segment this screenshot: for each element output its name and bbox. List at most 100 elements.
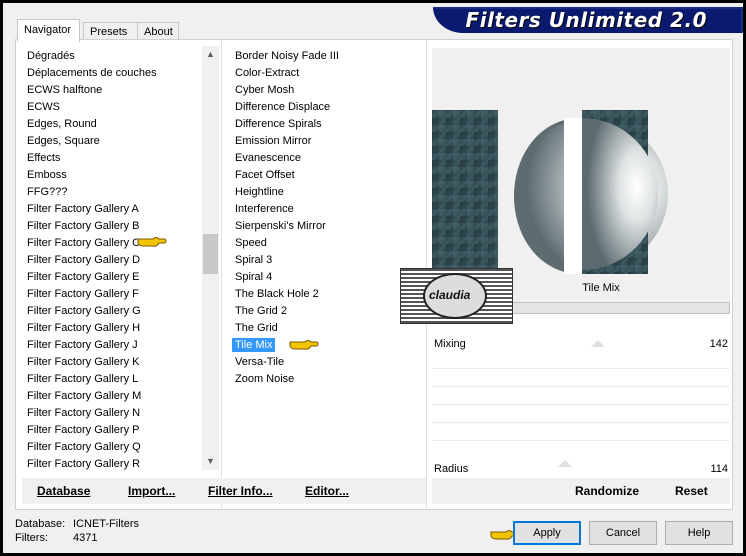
pointing-hand-icon: [137, 237, 167, 247]
category-item[interactable]: ECWS: [16, 99, 216, 116]
category-item[interactable]: Filter Factory Gallery B: [16, 218, 216, 235]
param-mixing[interactable]: Mixing 142: [432, 336, 730, 354]
category-item[interactable]: Filter Factory Gallery D: [16, 252, 216, 269]
filter-item[interactable]: Border Noisy Fade III: [224, 48, 424, 65]
category-item[interactable]: Filter Factory Gallery P: [16, 422, 216, 439]
filter-info-button[interactable]: Filter Info...: [208, 484, 273, 498]
category-item[interactable]: Filter Factory Gallery H: [16, 320, 216, 337]
category-item[interactable]: Filter Factory Gallery G: [16, 303, 216, 320]
filter-item-label: Sierpenski's Mirror: [235, 220, 326, 232]
filter-item-label: Color-Extract: [235, 67, 300, 79]
param-radius[interactable]: Radius 114: [432, 461, 730, 479]
filter-item[interactable]: Speed: [224, 235, 424, 252]
category-item[interactable]: Filter Factory Gallery R: [16, 456, 216, 472]
category-item[interactable]: Effects: [16, 150, 216, 167]
filter-item[interactable]: Zoom Noise: [224, 371, 424, 388]
filter-item[interactable]: Cyber Mosh: [224, 82, 424, 99]
preview-image: [432, 110, 730, 274]
randomize-button[interactable]: Randomize: [575, 484, 639, 498]
preview-pane: [432, 48, 730, 278]
filter-item[interactable]: Versa-Tile: [224, 354, 424, 371]
database-value: ICNET-Filters: [73, 518, 139, 530]
import-button[interactable]: Import...: [128, 484, 175, 498]
filters-unlimited-dialog: Navigator Presets About Filters Unlimite…: [3, 3, 743, 553]
apply-button[interactable]: Apply: [513, 521, 581, 545]
filter-item[interactable]: The Black Hole 2: [224, 286, 424, 303]
filter-item[interactable]: The Grid: [224, 320, 424, 337]
scroll-down-icon[interactable]: ▼: [202, 453, 219, 470]
filter-item[interactable]: Difference Displace: [224, 99, 424, 116]
category-item[interactable]: Filter Factory Gallery L: [16, 371, 216, 388]
window-title: Filters Unlimited 2.0: [465, 8, 707, 32]
slider-track: [432, 422, 730, 423]
category-item[interactable]: Edges, Square: [16, 133, 216, 150]
category-item[interactable]: Filter Factory Gallery F: [16, 286, 216, 303]
database-info: Database: ICNET-Filters Filters: 4371: [15, 517, 139, 545]
filter-item[interactable]: Spiral 4: [224, 269, 424, 286]
category-item[interactable]: Filter Factory Gallery J: [16, 337, 216, 354]
param-value: 114: [710, 463, 728, 475]
category-item[interactable]: Filter Factory Gallery Q: [16, 439, 216, 456]
filter-item[interactable]: Heightline: [224, 184, 424, 201]
param-value: 142: [709, 338, 728, 350]
database-label: Database:: [15, 518, 66, 530]
filter-item-label: Versa-Tile: [235, 356, 285, 368]
category-item[interactable]: Filter Factory Gallery A: [16, 201, 216, 218]
tab-navigator[interactable]: Navigator: [17, 19, 80, 42]
filter-item[interactable]: Color-Extract: [224, 65, 424, 82]
category-item[interactable]: Déplacements de couches: [16, 65, 216, 82]
scroll-thumb[interactable]: [203, 234, 218, 274]
preset-button-bar: Randomize Reset: [432, 478, 730, 504]
mixing-slider-knob[interactable]: [591, 340, 605, 347]
category-item[interactable]: Filter Factory Gallery C: [16, 235, 216, 252]
category-item[interactable]: Filter Factory Gallery N: [16, 405, 216, 422]
filter-item-label: Border Noisy Fade III: [235, 50, 339, 62]
category-item[interactable]: ECWS halftone: [16, 82, 216, 99]
filter-item-label: Evanescence: [235, 152, 302, 164]
database-button[interactable]: Database: [37, 484, 90, 498]
category-item[interactable]: Edges, Round: [16, 116, 216, 133]
pointing-hand-icon: [289, 340, 319, 350]
navigator-button-bar: Database Import... Filter Info... Editor…: [22, 478, 426, 504]
filter-item[interactable]: Spiral 3: [224, 252, 424, 269]
filter-item-label: The Black Hole 2: [235, 288, 319, 300]
category-item[interactable]: Filter Factory Gallery E: [16, 269, 216, 286]
category-list[interactable]: Dégradés Déplacements de couches ECWS half…: [16, 48, 216, 472]
category-item[interactable]: FFG???: [16, 184, 216, 201]
param-label: Radius: [434, 463, 469, 475]
filters-count-label: Filters:: [15, 532, 48, 544]
filters-count-value: 4371: [73, 532, 98, 544]
filter-item[interactable]: Evanescence: [224, 150, 424, 167]
category-item[interactable]: Filter Factory Gallery M: [16, 388, 216, 405]
cancel-button[interactable]: Cancel: [589, 521, 657, 545]
category-scrollbar[interactable]: ▲ ▼: [202, 46, 219, 470]
reset-button[interactable]: Reset: [675, 484, 708, 498]
filter-item-label: Difference Displace: [235, 101, 331, 113]
filter-item-label: Spiral 3: [235, 254, 273, 266]
filter-list[interactable]: Border Noisy Fade III Color-Extract Cyber …: [224, 48, 424, 388]
filter-item[interactable]: Emission Mirror: [224, 133, 424, 150]
slider-track: [432, 404, 730, 405]
editor-button[interactable]: Editor...: [305, 484, 349, 498]
filter-item-label: Emission Mirror: [235, 135, 312, 147]
filter-item-label: Spiral 4: [235, 271, 273, 283]
filter-item[interactable]: Facet Offset: [224, 167, 424, 184]
filter-item[interactable]: The Grid 2: [224, 303, 424, 320]
filter-item[interactable]: Interference: [224, 201, 424, 218]
filter-item[interactable]: Sierpenski's Mirror: [224, 218, 424, 235]
filter-item[interactable]: Tile Mix: [224, 337, 424, 354]
category-item[interactable]: Emboss: [16, 167, 216, 184]
category-item[interactable]: Filter Factory Gallery K: [16, 354, 216, 371]
slider-track: [432, 368, 730, 369]
watermark-text: claudia: [429, 288, 471, 302]
title-banner: Filters Unlimited 2.0: [433, 7, 743, 33]
filter-item-label: Cyber Mosh: [235, 84, 295, 96]
filter-item[interactable]: Difference Spirals: [224, 116, 424, 133]
category-item[interactable]: Dégradés: [16, 48, 216, 65]
help-button[interactable]: Help: [665, 521, 733, 545]
slider-track: [432, 386, 730, 387]
slider-track: [432, 440, 730, 441]
scroll-up-icon[interactable]: ▲: [202, 46, 219, 63]
filter-item-label: Speed: [235, 237, 267, 249]
parameter-panel: Mixing 142 Radius 114: [432, 334, 730, 475]
